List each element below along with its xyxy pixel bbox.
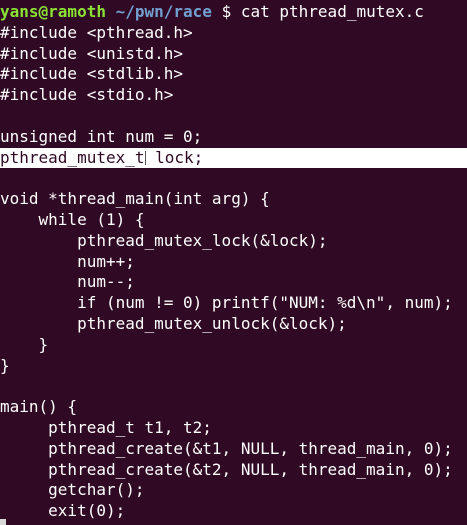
code-line: getchar(); — [0, 480, 145, 500]
code-line: unsigned int num = 0; — [0, 126, 203, 146]
code-line: exit(0); — [0, 501, 126, 521]
code-line: pthread_t t1, t2; — [0, 417, 212, 437]
prompt-symbol: $ — [221, 2, 232, 21]
code-line: #include <unistd.h> — [0, 43, 184, 63]
code-line: pthread_mutex_unlock(&lock); — [0, 313, 347, 333]
terminal-window[interactable]: yans@ramoth ~/pwn/race $ cat pthread_mut… — [0, 0, 467, 525]
prompt-path: ~/pwn/race — [115, 2, 212, 21]
prompt-user: yans@ramoth — [0, 2, 106, 21]
highlighted-line-prefix: pthread_mutex_t — [0, 147, 145, 167]
code-line: } — [0, 355, 10, 375]
command-text: cat pthread_mutex.c — [240, 2, 424, 21]
highlighted-code-line[interactable]: pthread_mutex_t lock; — [0, 147, 467, 169]
code-line: #include <pthread.h> — [0, 22, 193, 42]
code-line: pthread_create(&t2, NULL, thread_main, 0… — [0, 459, 453, 479]
code-line: while (1) { — [0, 209, 145, 229]
code-line: pthread_create(&t1, NULL, thread_main, 0… — [0, 438, 453, 458]
prompt-line: yans@ramoth ~/pwn/race $ cat pthread_mut… — [0, 2, 467, 23]
code-line: pthread_mutex_lock(&lock); — [0, 230, 328, 250]
code-line: #include <stdlib.h> — [0, 64, 184, 84]
terminal-output: yans@ramoth ~/pwn/race $ cat pthread_mut… — [0, 2, 467, 522]
code-line: } — [0, 334, 49, 354]
code-line: main() { — [0, 397, 78, 417]
code-line: num--; — [0, 272, 135, 292]
code-line: #include <stdio.h> — [0, 85, 174, 105]
highlighted-line-suffix: lock; — [145, 147, 204, 167]
terminal-cursor-block — [0, 519, 6, 525]
code-line: void *thread_main(int arg) { — [0, 189, 270, 209]
code-line: if (num != 0) printf("NUM: %d\n", num); — [0, 293, 453, 313]
code-line: num++; — [0, 251, 135, 271]
